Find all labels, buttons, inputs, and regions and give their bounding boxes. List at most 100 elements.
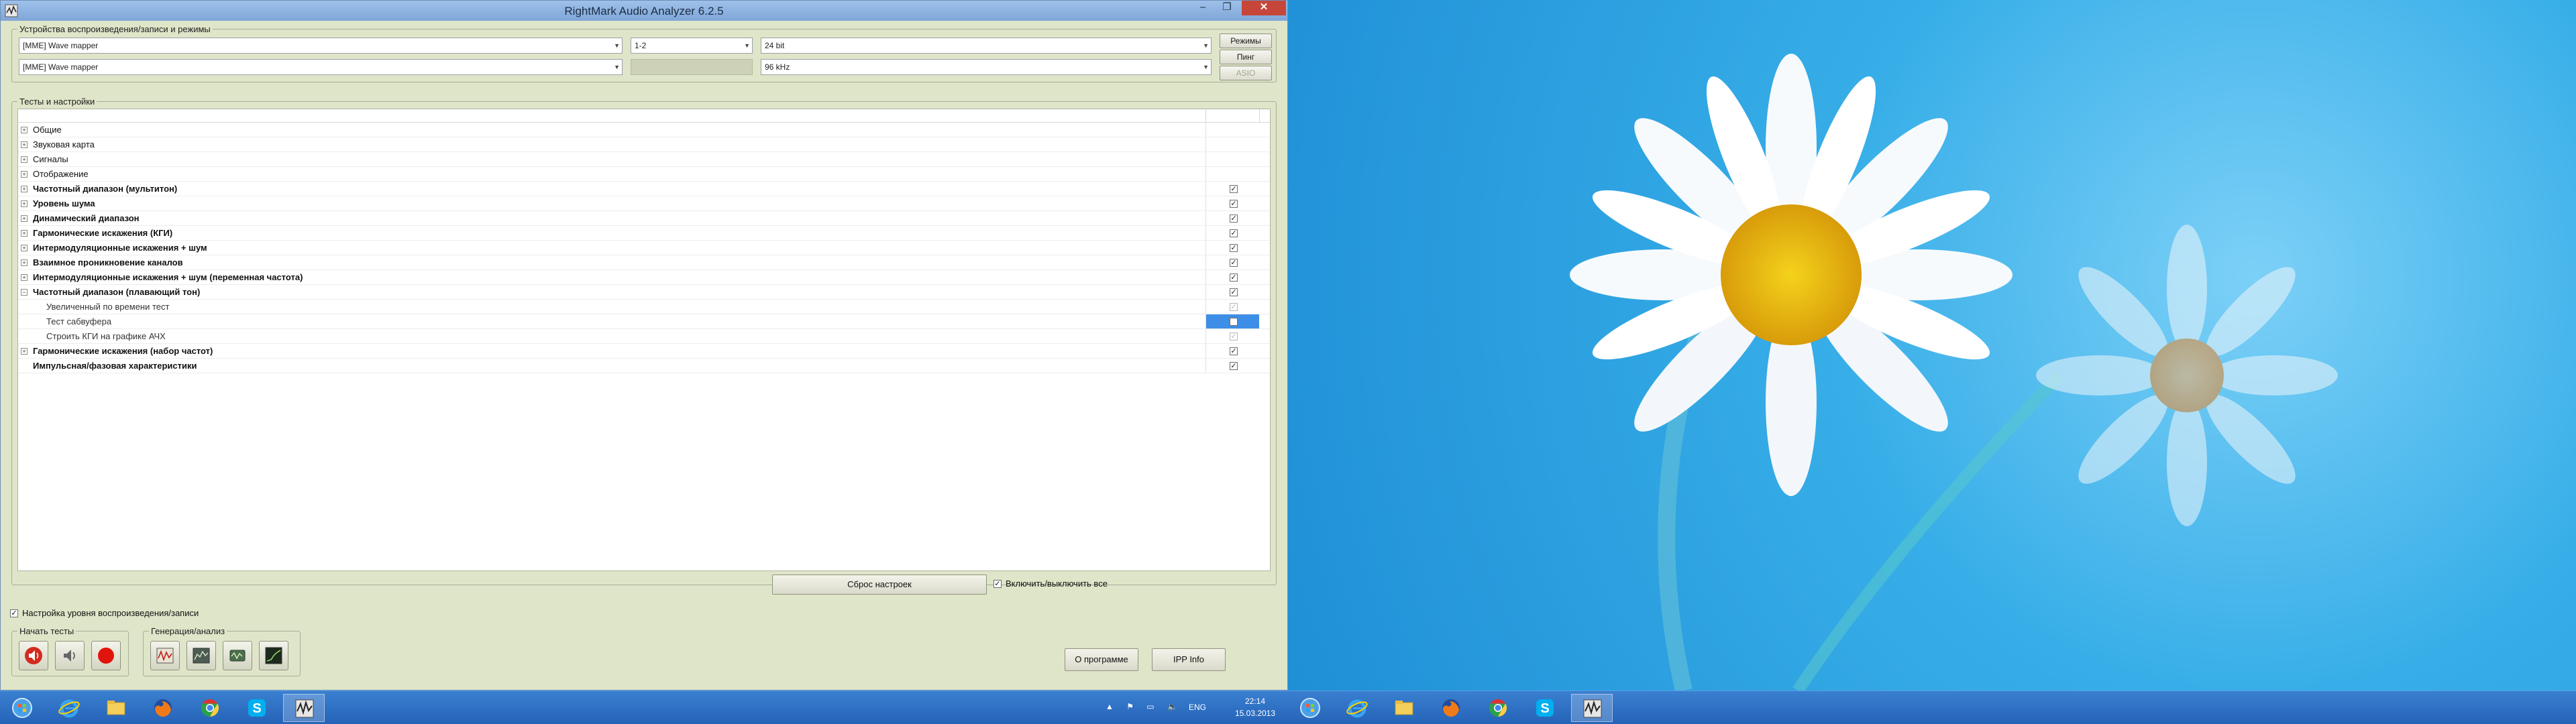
folder-icon [107,701,125,715]
expand-icon[interactable]: + [21,127,28,133]
clock-time[interactable]: 22:14 [1232,697,1279,706]
enable-checkbox[interactable]: ✓ [1230,274,1238,282]
enable-cell: ✓ [1205,241,1259,255]
tree-row[interactable]: + Динамический диапазон ✓ [18,211,1270,226]
minimize-button[interactable]: – [1191,1,1215,15]
generator-button[interactable] [150,641,180,670]
enable-checkbox[interactable]: ✓ [1230,229,1238,237]
taskbar-skype[interactable]: S [1524,694,1566,722]
expand-icon[interactable]: + [21,259,28,266]
modes-button[interactable]: Режимы [1220,34,1272,48]
tree-row-label: Импульсная/фазовая характеристики [33,361,197,371]
enable-checkbox[interactable]: ✓ [1230,288,1238,296]
about-button[interactable]: О программе [1065,648,1138,671]
expand-icon[interactable]: + [21,348,28,355]
rightmark-audio-icon [295,699,314,718]
tree-row[interactable]: + Звуковая карта [18,137,1270,152]
tree-row-label: Сигналы [33,154,68,164]
level-setting-label: Настройка уровня воспроизведения/записи [22,608,199,618]
oscilloscope-button[interactable] [223,641,252,670]
tree-row[interactable]: Тест сабвуфера [18,314,1270,329]
tree-row-label: Строить КГИ на графике АЧХ [46,331,166,341]
enable-checkbox[interactable]: ✓ [1230,333,1238,341]
ipp-info-button[interactable]: IPP Info [1152,648,1226,671]
tree-row[interactable]: + Интермодуляционные искажения + шум (пер… [18,270,1270,285]
speaker-red-icon [25,647,42,664]
taskbar-firefox[interactable] [1430,694,1472,722]
taskbar-internet-explorer[interactable] [1336,694,1378,722]
reset-settings-button[interactable]: Сброс настроек [772,575,987,595]
enable-cell: ✓ [1205,329,1259,343]
maximize-button[interactable]: ❐ [1215,1,1239,15]
ping-button[interactable]: Пинг [1220,50,1272,64]
tree-row[interactable]: + Частотный диапазон (мультитон) ✓ [18,182,1270,196]
taskbar-internet-explorer[interactable] [48,694,90,722]
enable-checkbox[interactable]: ✓ [1230,185,1238,193]
devices-group-title: Устройства воспроизведения/записи и режи… [17,24,213,34]
language-indicator[interactable]: ENG [1189,703,1206,712]
enable-checkbox[interactable]: ✓ [1230,244,1238,252]
taskbar-rightmark[interactable] [283,694,325,722]
start-tests-group: Начать тесты [11,626,129,676]
sample-rate-select[interactable]: 96 kHz ▼ [761,59,1212,75]
recording-device-select[interactable]: [MME] Wave mapper ▼ [19,59,623,75]
enable-checkbox[interactable]: ✓ [1230,347,1238,355]
expand-icon[interactable]: + [21,215,28,222]
expand-icon[interactable]: + [21,141,28,148]
tray-icons[interactable]: ▲ ⚑ ▭ 🔈 [1106,702,1183,711]
playback-test-button[interactable] [19,641,48,670]
enable-cell: ✓ [1205,300,1259,314]
expand-icon[interactable]: + [21,156,28,163]
enable-checkbox[interactable]: ✓ [1230,259,1238,267]
taskbar-chrome[interactable] [189,694,231,722]
tree-row[interactable]: Строить КГИ на графике АЧХ ✓ [18,329,1270,344]
spectrum-button[interactable] [186,641,216,670]
chevron-down-icon: ▼ [744,42,750,49]
taskbar-file-explorer[interactable] [95,694,137,722]
clock-date[interactable]: 15.03.2013 [1232,709,1279,718]
enable-checkbox[interactable]: ✓ [1230,303,1238,311]
taskbar-chrome[interactable] [1477,694,1519,722]
tree-row-label: Взаимное проникновение каналов [33,257,183,267]
tree-row[interactable]: + Общие [18,123,1270,137]
tree-row[interactable]: + Сигналы [18,152,1270,167]
title-bar[interactable]: RightMark Audio Analyzer 6.2.5 – ❐ ✕ [1,1,1287,21]
tree-row[interactable]: + Гармонические искажения (набор частот) ✓ [18,344,1270,359]
tree-row[interactable]: + Интермодуляционные искажения + шум ✓ [18,241,1270,255]
tree-row[interactable]: Увеличенный по времени тест ✓ [18,300,1270,314]
tree-row[interactable]: Импульсная/фазовая характеристики ✓ [18,359,1270,373]
enable-checkbox[interactable]: ✓ [1230,362,1238,370]
taskbar-rightmark[interactable] [1571,694,1613,722]
expand-icon[interactable]: + [21,200,28,207]
start-button-secondary[interactable] [1289,694,1331,722]
playback-device-value: [MME] Wave mapper [23,41,99,50]
tree-row[interactable]: − Частотный диапазон (плавающий тон) ✓ [18,285,1270,300]
taskbar-skype[interactable]: S [236,694,278,722]
expand-icon[interactable]: + [21,245,28,251]
tree-row-label: Уровень шума [33,198,95,208]
expand-icon[interactable]: + [21,186,28,192]
expand-icon[interactable]: + [21,171,28,178]
tree-row[interactable]: + Взаимное проникновение каналов ✓ [18,255,1270,270]
collapse-icon[interactable]: − [21,289,28,296]
close-button[interactable]: ✕ [1242,1,1286,15]
record-button[interactable] [91,641,121,670]
taskbar-file-explorer[interactable] [1383,694,1425,722]
expand-icon[interactable]: + [21,274,28,281]
tests-tree[interactable]: + Общие + Звуковая карта + Сигналы + Отображени… [17,109,1271,571]
tree-row[interactable]: + Уровень шума ✓ [18,196,1270,211]
taskbar-firefox[interactable] [142,694,184,722]
enable-checkbox[interactable]: ✓ [1230,215,1238,223]
analyzer-button[interactable] [259,641,288,670]
tree-row[interactable]: + Отображение [18,167,1270,182]
start-button[interactable] [1,694,43,722]
rightmark-audio-icon [1583,699,1602,718]
enable-checkbox[interactable]: ✓ [1230,200,1238,208]
recording-test-button[interactable] [55,641,85,670]
tree-row[interactable]: + Гармонические искажения (КГИ) ✓ [18,226,1270,241]
channels-select[interactable]: 1-2 ▼ [631,38,753,54]
playback-device-select[interactable]: [MME] Wave mapper ▼ [19,38,623,54]
expand-icon[interactable]: + [21,230,28,237]
enable-checkbox[interactable] [1230,318,1238,326]
bit-depth-select[interactable]: 24 bit ▼ [761,38,1212,54]
